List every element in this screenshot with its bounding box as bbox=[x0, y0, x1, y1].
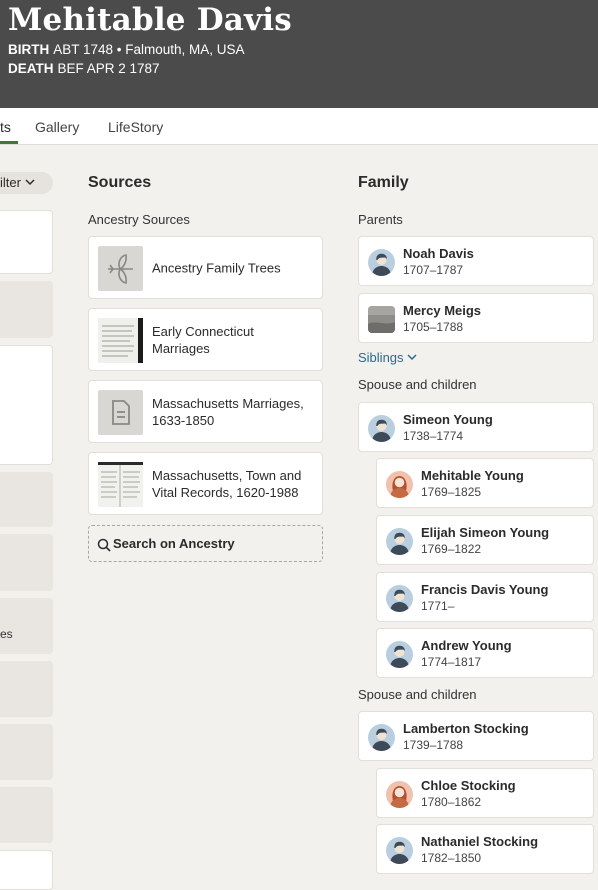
siblings-toggle[interactable]: Siblings bbox=[358, 350, 417, 365]
search-on-ancestry-label: Search on Ancestry bbox=[113, 536, 235, 551]
search-on-ancestry-button[interactable]: Search on Ancestry bbox=[88, 525, 323, 562]
source-card[interactable]: Ancestry Family Trees bbox=[88, 236, 323, 299]
fact-partial-text: es bbox=[0, 627, 13, 641]
document-thumbnail bbox=[98, 462, 143, 507]
child-card[interactable]: Elijah Simeon Young 1769–1822 bbox=[376, 515, 594, 565]
person-name-label: Noah Davis bbox=[403, 246, 474, 261]
child-card[interactable]: Andrew Young 1774–1817 bbox=[376, 628, 594, 678]
source-label: Massachusetts Marriages, 1633-1850 bbox=[152, 395, 304, 428]
ancestry-sources-label: Ancestry Sources bbox=[88, 212, 190, 227]
person-name-label: Francis Davis Young bbox=[421, 582, 549, 597]
birth-label: BIRTH bbox=[8, 42, 50, 57]
photo-avatar bbox=[368, 306, 395, 333]
profile-tabs: ts Gallery LifeStory bbox=[0, 108, 598, 145]
chevron-down-icon bbox=[407, 354, 417, 361]
person-name-label: Mercy Meigs bbox=[403, 303, 482, 318]
tab-facts[interactable]: ts bbox=[0, 119, 11, 135]
spouse-and-children-label: Spouse and children bbox=[358, 377, 477, 392]
person-name-label: Simeon Young bbox=[403, 412, 493, 427]
siblings-label: Siblings bbox=[358, 350, 404, 365]
male-avatar-icon bbox=[368, 724, 395, 751]
fact-card[interactable] bbox=[0, 281, 53, 338]
child-card[interactable]: Chloe Stocking 1780–1862 bbox=[376, 768, 594, 818]
male-avatar-icon bbox=[368, 249, 395, 276]
person-dates: 1739–1788 bbox=[403, 738, 464, 752]
person-name-label: Elijah Simeon Young bbox=[421, 525, 550, 540]
person-dates: 1769–1822 bbox=[421, 542, 482, 556]
child-card[interactable]: Francis Davis Young 1771– bbox=[376, 572, 594, 622]
person-dates: 1771– bbox=[421, 599, 455, 613]
female-avatar-icon bbox=[386, 781, 413, 808]
person-dates: 1769–1825 bbox=[421, 485, 482, 499]
male-avatar-icon bbox=[386, 837, 413, 864]
source-label: Ancestry Family Trees bbox=[152, 260, 281, 275]
parent-card[interactable]: Noah Davis 1707–1787 bbox=[358, 236, 594, 286]
fact-card[interactable] bbox=[0, 724, 53, 780]
leaf-icon bbox=[98, 246, 143, 291]
chevron-down-icon bbox=[25, 179, 35, 186]
tab-lifestory[interactable]: LifeStory bbox=[108, 119, 163, 135]
source-card[interactable]: Massachusetts Marriages, 1633-1850 bbox=[88, 380, 323, 443]
sources-title: Sources bbox=[88, 174, 152, 191]
fact-card[interactable]: es bbox=[0, 598, 53, 654]
birth-row: BIRTH ABT 1748 • Falmouth, MA, USA bbox=[8, 42, 245, 57]
child-card[interactable]: Nathaniel Stocking 1782–1850 bbox=[376, 824, 594, 874]
person-name-label: Andrew Young bbox=[421, 638, 512, 653]
male-avatar-icon bbox=[386, 641, 413, 668]
source-label: Massachusetts, Town and Vital Records, 1… bbox=[152, 467, 302, 500]
filter-button[interactable]: ilter bbox=[0, 172, 53, 194]
female-avatar-icon bbox=[386, 471, 413, 498]
fact-card[interactable] bbox=[0, 661, 53, 717]
person-dates: 1707–1787 bbox=[403, 263, 464, 277]
death-value: BEF APR 2 1787 bbox=[57, 61, 160, 76]
person-dates: 1774–1817 bbox=[421, 655, 482, 669]
person-name-label: Lamberton Stocking bbox=[403, 721, 529, 736]
birth-value: ABT 1748 • Falmouth, MA, USA bbox=[53, 42, 245, 57]
fact-card[interactable] bbox=[0, 787, 53, 843]
person-name-label: Nathaniel Stocking bbox=[421, 834, 539, 849]
document-icon bbox=[98, 390, 143, 435]
filter-label: ilter bbox=[0, 175, 21, 190]
active-tab-indicator bbox=[0, 141, 18, 144]
fact-card[interactable] bbox=[0, 850, 53, 890]
death-label: DEATH bbox=[8, 61, 54, 76]
parents-label: Parents bbox=[358, 212, 403, 227]
person-header: Mehitable Davis BIRTH ABT 1748 • Falmouth… bbox=[0, 0, 598, 108]
person-name: Mehitable Davis bbox=[8, 2, 292, 38]
fact-card[interactable] bbox=[0, 472, 53, 527]
fact-card[interactable] bbox=[0, 345, 53, 465]
spouse-card[interactable]: Simeon Young 1738–1774 bbox=[358, 402, 594, 452]
search-icon bbox=[97, 538, 111, 552]
document-thumbnail bbox=[98, 318, 143, 363]
source-label: Early Connecticut Marriages bbox=[152, 323, 254, 356]
person-name-label: Mehitable Young bbox=[421, 468, 524, 483]
family-title: Family bbox=[358, 174, 409, 191]
spouse-and-children-label: Spouse and children bbox=[358, 687, 477, 702]
child-card[interactable]: Mehitable Young 1769–1825 bbox=[376, 458, 594, 508]
tab-gallery[interactable]: Gallery bbox=[35, 119, 79, 135]
fact-card[interactable] bbox=[0, 534, 53, 591]
source-card[interactable]: Early Connecticut Marriages bbox=[88, 308, 323, 371]
person-name-label: Chloe Stocking bbox=[421, 778, 516, 793]
person-dates: 1782–1850 bbox=[421, 851, 482, 865]
person-dates: 1705–1788 bbox=[403, 320, 464, 334]
male-avatar-icon bbox=[386, 528, 413, 555]
facts-column: ilter es bbox=[0, 145, 60, 890]
person-dates: 1780–1862 bbox=[421, 795, 482, 809]
source-card[interactable]: Massachusetts, Town and Vital Records, 1… bbox=[88, 452, 323, 515]
male-avatar-icon bbox=[386, 585, 413, 612]
person-dates: 1738–1774 bbox=[403, 429, 464, 443]
spouse-card[interactable]: Lamberton Stocking 1739–1788 bbox=[358, 711, 594, 761]
parent-card[interactable]: Mercy Meigs 1705–1788 bbox=[358, 293, 594, 343]
male-avatar-icon bbox=[368, 415, 395, 442]
death-row: DEATH BEF APR 2 1787 bbox=[8, 61, 160, 76]
fact-card[interactable] bbox=[0, 210, 53, 274]
